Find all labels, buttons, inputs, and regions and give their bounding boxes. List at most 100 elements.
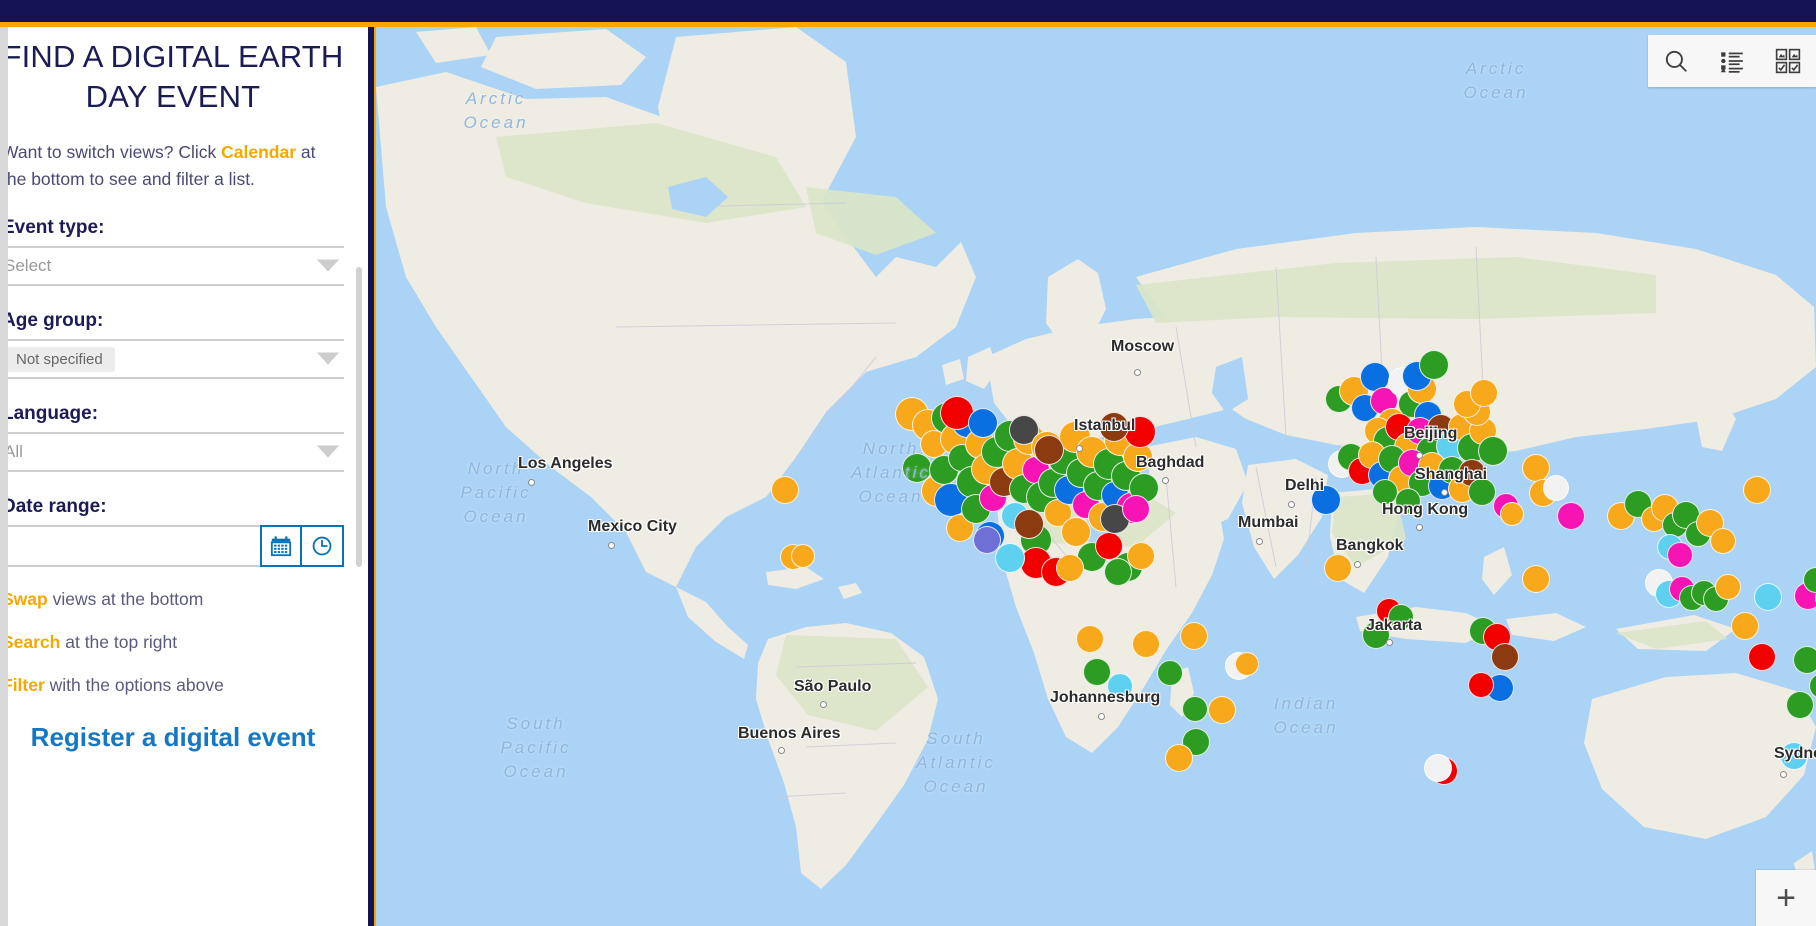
city-marker-dot [528,479,535,486]
hint-swap-keyword[interactable]: Swap [2,589,48,609]
city-marker-dot [1780,771,1787,778]
map-event-marker[interactable] [1124,416,1156,448]
map-event-marker[interactable] [1780,742,1808,770]
map-event-marker[interactable] [1470,379,1498,407]
map-event-marker[interactable] [1076,625,1104,653]
city-marker-dot [1098,713,1105,720]
calendar-icon [270,536,292,557]
calendar-link[interactable]: Calendar [221,142,296,162]
map-event-marker[interactable] [1132,630,1160,658]
age-group-label: Age group: [2,310,104,331]
hint-filter: Filter with the options above [2,674,344,696]
clock-button[interactable] [302,525,344,567]
map-event-marker[interactable] [1014,509,1044,539]
map-event-marker[interactable] [1491,643,1519,671]
map-event-marker[interactable] [1500,502,1524,526]
map-event-marker[interactable] [1182,696,1208,722]
city-marker-dot [820,701,827,708]
map-event-marker[interactable] [1731,612,1759,640]
search-button[interactable] [1648,35,1704,87]
register-digital-event-link[interactable]: Register a digital event [2,722,344,753]
map-event-marker[interactable] [771,476,799,504]
clock-icon [312,536,332,556]
city-marker-dot [1416,452,1423,459]
map-event-marker[interactable] [1099,412,1129,442]
search-icon [1665,50,1687,72]
map-event-marker[interactable] [1748,643,1776,671]
map-event-marker[interactable] [1754,583,1782,611]
hint-search-keyword[interactable]: Search [2,632,60,652]
city-marker-dot [1416,524,1423,531]
calendar-button[interactable] [260,525,302,567]
map-event-marker[interactable] [1180,622,1208,650]
map-event-marker[interactable] [1034,435,1064,465]
sidebar-scrollbar[interactable] [356,267,362,567]
age-group-value: Not specified [4,346,115,372]
map-event-marker[interactable] [1419,350,1449,380]
hint-filter-keyword[interactable]: Filter [2,675,45,695]
hint-filter-rest: with the options above [44,675,224,695]
legend-button[interactable] [1704,35,1760,87]
intro-prefix: Want to switch views? Click [2,142,222,162]
map-event-marker[interactable] [1710,528,1736,554]
map-event-marker[interactable] [1478,436,1508,466]
map-event-marker[interactable] [1424,754,1452,782]
event-type-label: Event type: [2,217,105,238]
city-marker-dot [1354,561,1361,568]
hint-search: Search at the top right [2,631,344,653]
language-select[interactable]: All [2,432,344,472]
city-marker-dot [1386,639,1393,646]
map-event-marker[interactable] [1311,485,1341,515]
map-event-marker[interactable] [1667,542,1693,568]
event-type-select[interactable]: Select [2,246,344,286]
date-range-input[interactable] [2,525,260,567]
map-event-marker[interactable] [1235,652,1259,676]
map-event-marker[interactable] [1715,574,1741,600]
window-top-bar [0,0,1816,22]
city-marker-dot [1256,538,1263,545]
map-event-marker[interactable] [1362,621,1390,649]
map-event-marker[interactable] [1522,565,1550,593]
event-type-value: Select [4,256,52,275]
map-event-marker[interactable] [1122,495,1150,523]
map-event-marker[interactable] [1557,502,1585,530]
map-event-marker[interactable] [1468,478,1496,506]
date-range-row [2,525,344,567]
map-event-marker[interactable] [1324,554,1352,582]
map-event-marker[interactable] [1107,673,1133,699]
map-event-marker[interactable] [1056,554,1084,582]
city-marker-dot [1134,369,1141,376]
map-event-marker[interactable] [1395,488,1421,514]
map-event-marker[interactable] [1157,660,1183,686]
map-event-marker[interactable] [791,544,815,568]
map-event-marker[interactable] [1793,646,1816,674]
intro-text: Want to switch views? Click Calendar at … [2,139,344,193]
map-event-marker[interactable] [1208,696,1236,724]
hint-swap: Swap views at the bottom [2,588,344,610]
window-left-gutter [0,0,8,926]
map-event-marker[interactable] [1786,691,1814,719]
map-event-marker[interactable] [1522,454,1550,482]
map-event-marker[interactable] [995,543,1025,573]
language-label: Language: [2,403,99,424]
event-map[interactable]: Arctic Ocean North Pacific Ocean North Atlanti… [376,27,1816,926]
map-event-marker[interactable] [1165,744,1193,772]
chevron-down-icon [317,445,339,458]
basemap-gallery-icon [1775,48,1801,74]
map-event-marker[interactable] [1468,672,1494,698]
map-event-marker[interactable] [1104,558,1132,586]
map-event-marker[interactable] [1543,475,1569,501]
age-group-select[interactable]: Not specified [2,339,344,379]
chevron-down-icon [317,259,339,272]
map-event-marker[interactable] [973,526,1001,554]
page-title: FIND A DIGITAL EARTH DAY EVENT [2,39,344,114]
map-event-marker[interactable] [1388,604,1414,630]
legend-list-icon [1720,52,1743,73]
zoom-in-button[interactable]: + [1756,870,1816,926]
basemap-gallery-button[interactable] [1760,35,1816,87]
date-range-label: Date range: [2,496,107,517]
map-event-marker[interactable] [1127,542,1155,570]
city-marker-dot [1288,501,1295,508]
city-marker-dot [1162,477,1169,484]
map-event-marker[interactable] [1743,476,1771,504]
